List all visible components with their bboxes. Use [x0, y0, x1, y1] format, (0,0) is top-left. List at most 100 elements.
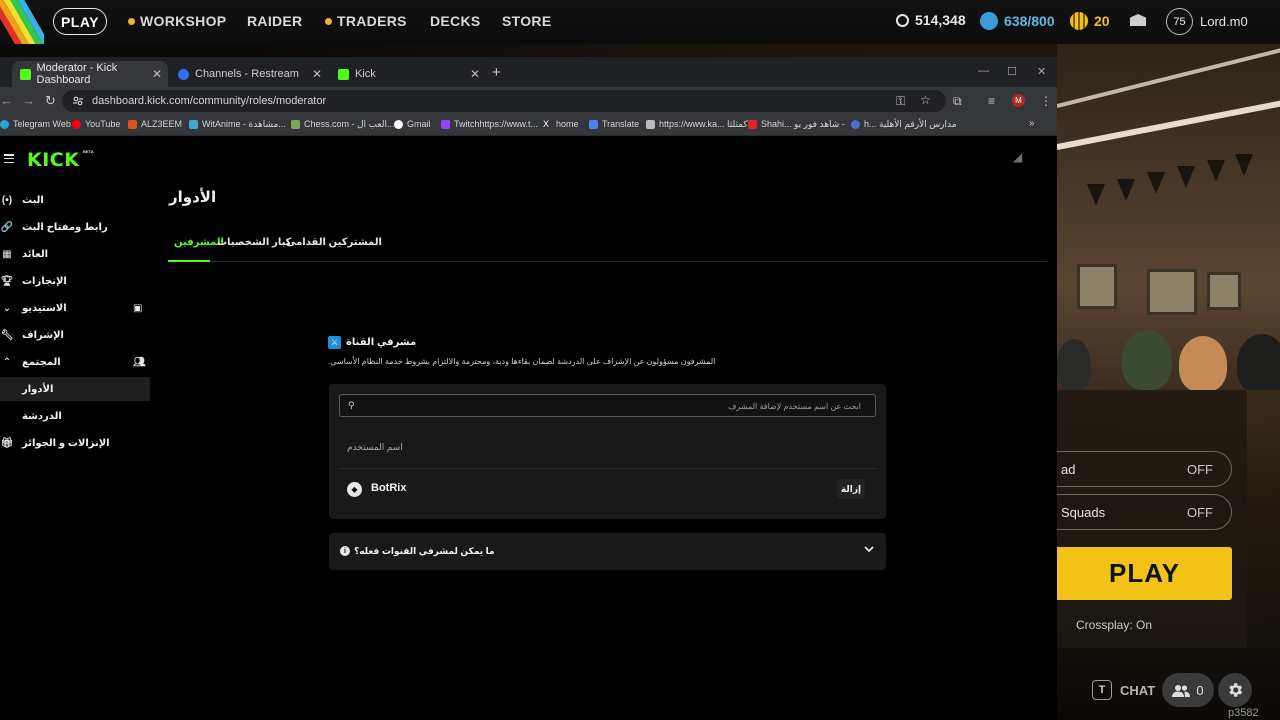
sidebar-item-chat[interactable]: الدردشة [0, 404, 150, 428]
youtube-icon [72, 119, 81, 129]
twitch-icon [441, 119, 450, 129]
section-description: المشرفون مسؤولون عن الإشراف على الدردشة … [328, 357, 716, 366]
game-option-row-squads[interactable]: Squads OFF [1040, 494, 1232, 530]
bookmark-item[interactable]: h... مدارس الأرقم الأهلية [851, 119, 957, 130]
profile-avatar[interactable]: M [1012, 94, 1025, 107]
sidebar-item-revenue[interactable]: ▦ العائد [0, 242, 150, 266]
bookmark-item[interactable]: Telegram Web [0, 119, 71, 129]
sidebar-label: المجتمع [22, 356, 61, 368]
kick-logo[interactable]: KICK [27, 149, 79, 171]
bookmark-item[interactable]: https://www.ka... كمثلثا [646, 119, 748, 130]
sidebar-item-community[interactable]: ⌃ المجتمع 👥︎ [0, 350, 150, 374]
maximize-icon[interactable]: ☐ [1007, 65, 1017, 78]
url-text: dashboard.kick.com/community/roles/moder… [92, 95, 327, 107]
game-nav-raider[interactable]: RAIDER [247, 13, 302, 29]
sidebar-label: رابط ومفتاح البث [22, 221, 108, 233]
sidebar-label: الدردشة [22, 410, 62, 422]
user-menu-icon[interactable]: ◢ [1013, 150, 1022, 164]
browser-tab-restream[interactable]: Channels - Restream ✕ [170, 61, 328, 87]
brand-stripes [0, 0, 44, 44]
player-level-badge: 75 [1166, 8, 1193, 35]
sidebar-item-broadcast[interactable]: (•) البث [0, 188, 150, 212]
inbox-icon[interactable] [1130, 14, 1146, 26]
game-nav-workshop[interactable]: WORKSHOP [128, 13, 226, 29]
coins-counter: 514,348 [896, 12, 966, 28]
bookmark-label: WitAnime - مشاهدة... [202, 119, 286, 129]
revenue-icon: ▦ [2, 248, 12, 260]
bookmark-item[interactable]: Chess.com - العب ال... [291, 119, 395, 130]
site-info-icon[interactable] [72, 95, 84, 107]
bookmark-item[interactable]: Xhome [543, 119, 579, 129]
game-play-tab[interactable]: PLAY [53, 8, 107, 35]
x-icon: X [543, 118, 550, 129]
browser-tab-kick-dashboard[interactable]: Moderator - Kick Dashboard ✕ [12, 61, 168, 87]
restream-favicon-icon [178, 68, 189, 80]
minimize-icon[interactable]: — [978, 65, 989, 77]
forward-icon[interactable]: → [22, 93, 35, 108]
search-input[interactable] [361, 398, 861, 414]
faq-accordion[interactable]: i ما يمكن لمشرفي القنوات فعله؟ [329, 533, 886, 570]
back-icon[interactable]: ← [0, 93, 13, 108]
bookmark-item[interactable]: WitAnime - مشاهدة... [189, 119, 286, 130]
new-tab-icon[interactable]: + [492, 64, 501, 81]
reload-icon[interactable]: ↻ [45, 93, 56, 109]
address-bar[interactable]: dashboard.kick.com/community/roles/moder… [62, 90, 946, 112]
close-tab-icon[interactable]: ✕ [470, 67, 480, 81]
bookmark-item[interactable]: Gmail [394, 119, 431, 129]
media-controls-icon[interactable]: ≡ [988, 94, 995, 108]
sidebar-item-achievements[interactable]: 🏆︎ الإنجازات [0, 269, 150, 293]
sidebar-label: الاستيديو [22, 302, 67, 314]
friends-icon [1172, 684, 1191, 697]
column-header-username: اسم المستخدم [347, 442, 403, 452]
key-icon[interactable]: ⚿ [896, 94, 905, 109]
close-tab-icon[interactable]: ✕ [312, 67, 322, 81]
bookmark-item[interactable]: Twitchhttps://www.t... [441, 119, 538, 129]
moderator-username[interactable]: BotRix [371, 482, 406, 494]
tokens-counter: 20 [1070, 12, 1110, 30]
player-name[interactable]: Lord.m0 [1200, 14, 1248, 29]
option-label: ad [1061, 461, 1076, 477]
browser-tab-kick[interactable]: Kick ✕ [330, 61, 486, 87]
chat-button[interactable]: CHAT [1120, 683, 1155, 698]
section-title-text: مشرفي القناة [346, 337, 417, 348]
chevron-down-icon[interactable] [863, 543, 875, 555]
sidebar-item-studio[interactable]: ⌄ الاستيديو ▣ [0, 296, 150, 320]
friends-button[interactable]: 0 [1162, 673, 1214, 707]
sidebar-label: الإنزالات و الجوائز [22, 437, 110, 449]
section-title: ⚔ مشرفي القناة [328, 336, 416, 349]
close-tab-icon[interactable]: ✕ [152, 67, 162, 81]
sidebar-item-stream-key[interactable]: 🔗 رابط ومفتاح البث [0, 215, 150, 239]
game-option-row[interactable]: ad OFF [1040, 451, 1232, 487]
tab-og-subscribers[interactable]: المشتركين القدامى [286, 237, 382, 248]
extensions-icon[interactable]: ⧉ [953, 94, 962, 109]
close-window-icon[interactable]: ✕ [1037, 65, 1046, 78]
table-row: ◆ BotRix إزالة [339, 469, 876, 509]
sidebar-label: الإنجازات [22, 275, 67, 287]
sidebar-item-roles[interactable]: الأدوار [0, 377, 150, 401]
bookmark-item[interactable]: Shahi... شاهد فور يو - [748, 119, 845, 130]
settings-button[interactable] [1218, 673, 1252, 707]
google-icon [394, 119, 403, 129]
bookmark-item[interactable]: YouTube [72, 119, 120, 129]
game-play-button[interactable]: PLAY [1057, 547, 1232, 600]
game-nav-decks[interactable]: DECKS [430, 13, 481, 29]
sidebar-label: الإشراف [22, 329, 64, 341]
kick-favicon-icon [20, 68, 31, 80]
bookmarks-bar: Telegram Web YouTube ALZ3EEM WitAnime - … [0, 114, 1057, 136]
browser-window: Moderator - Kick Dashboard ✕ Channels - … [0, 57, 1057, 720]
nav-label: TRADERS [337, 13, 407, 29]
sidebar-item-moderation[interactable]: 🔧︎ الإشراف [0, 323, 150, 347]
more-bookmarks-icon[interactable]: » [1029, 118, 1035, 129]
game-nav-store[interactable]: STORE [502, 13, 551, 29]
remove-moderator-button[interactable]: إزالة [837, 479, 865, 499]
hamburger-menu-icon[interactable] [4, 154, 14, 164]
menu-kebab-icon[interactable]: ⋮ [1040, 94, 1052, 108]
sidebar-item-drops-rewards[interactable]: 🎁︎ الإنزالات و الجوائز [0, 431, 150, 455]
bookmark-item[interactable]: ALZ3EEM [128, 119, 182, 129]
tab-vips[interactable]: كبار الشخصيات [217, 237, 292, 248]
bookmark-star-icon[interactable]: ☆ [920, 93, 931, 107]
game-nav-traders[interactable]: TRADERS [325, 13, 407, 29]
moderator-search[interactable]: ⚲ [339, 394, 876, 417]
bookmark-item[interactable]: Translate [589, 119, 639, 129]
crossplay-status: Crossplay: On [1076, 618, 1153, 632]
